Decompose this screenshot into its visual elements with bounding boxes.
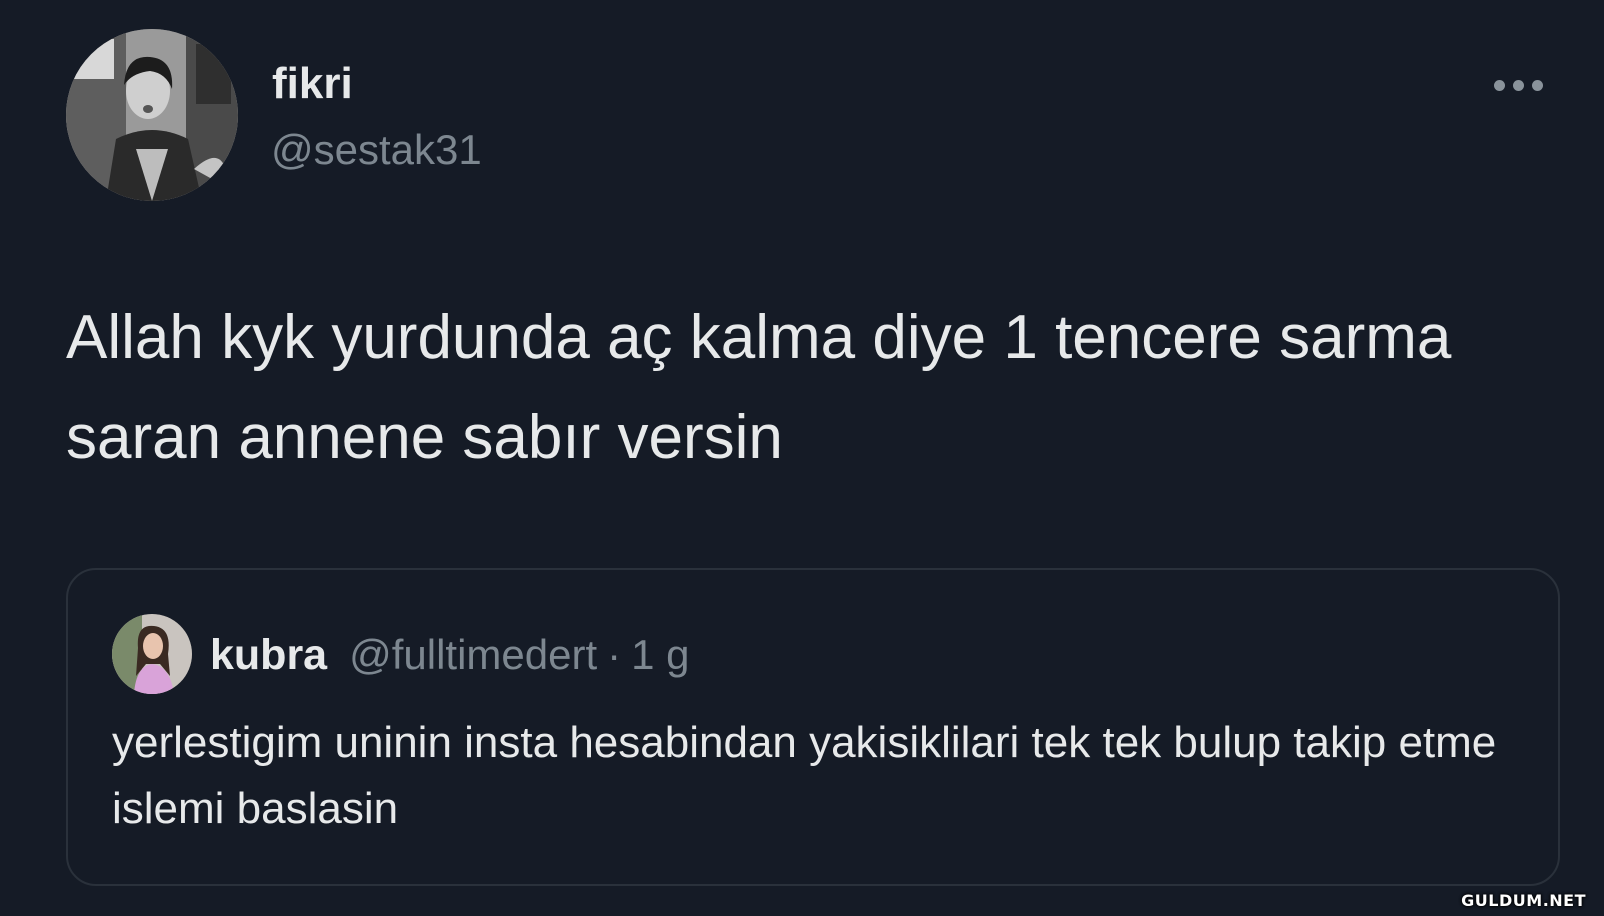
quoted-tweet-timestamp[interactable]: 1 g: [631, 631, 689, 679]
quoted-tweet-card[interactable]: kubra @fulltimedert · 1 g yerlestigim un…: [66, 568, 1560, 886]
tweet-text: Allah kyk yurdunda aç kalma diye 1 tence…: [66, 303, 1452, 472]
more-options-button[interactable]: [1494, 74, 1554, 96]
author-avatar[interactable]: [66, 29, 238, 201]
author-display-name[interactable]: fikri: [272, 58, 353, 110]
quoted-tweet-header: kubra @fulltimedert · 1 g: [210, 622, 690, 688]
quoted-author-handle[interactable]: @fulltimedert: [349, 631, 597, 679]
header-separator: ·: [607, 631, 622, 678]
more-horizontal-icon: [1494, 79, 1505, 91]
more-horizontal-icon-dot: [1513, 79, 1524, 91]
quoted-tweet-text: yerlestigim uninin insta hesabindan yaki…: [112, 718, 1497, 833]
site-watermark: GULDUM.NET: [1461, 891, 1586, 910]
avatar-photo-woman-icon: [112, 614, 192, 694]
author-handle[interactable]: @sestak31: [271, 124, 482, 176]
avatar-photo-man-icon: [66, 29, 238, 201]
quoted-author-avatar[interactable]: [112, 614, 192, 694]
quoted-author-display-name[interactable]: kubra: [210, 631, 327, 680]
more-horizontal-icon-dot: [1532, 79, 1543, 91]
